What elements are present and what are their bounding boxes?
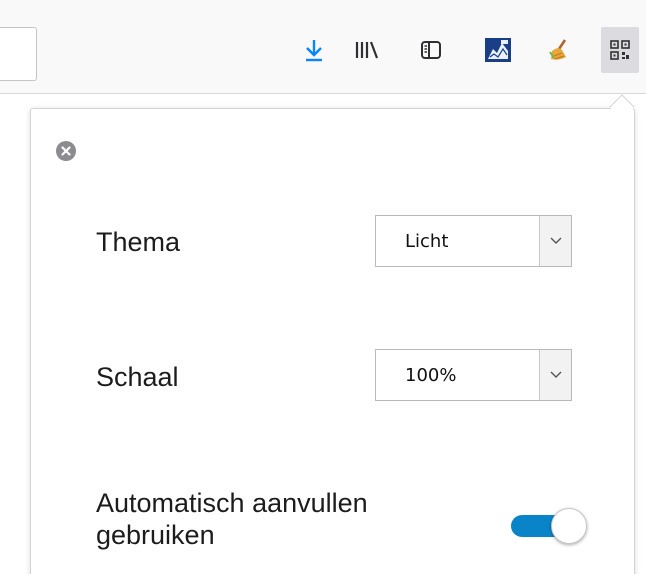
extension-puzzle-icon[interactable] xyxy=(479,27,517,73)
url-bar[interactable] xyxy=(0,27,37,81)
theme-select[interactable]: Licht xyxy=(375,215,572,267)
broom-cleaner-icon[interactable] xyxy=(541,27,579,73)
scale-select[interactable]: 100% xyxy=(375,349,572,401)
library-icon[interactable] xyxy=(348,27,386,73)
scale-label: Schaal xyxy=(96,362,179,392)
toggle-knob[interactable] xyxy=(551,508,587,544)
autofill-label: Automatisch aanvullen gebruiken xyxy=(96,487,368,551)
autofill-label-line1: Automatisch aanvullen xyxy=(96,488,368,518)
theme-select-value: Licht xyxy=(405,230,449,252)
qr-code-icon[interactable] xyxy=(601,27,639,73)
theme-label: Thema xyxy=(96,227,181,257)
download-arrow-icon[interactable] xyxy=(295,27,333,73)
autofill-label-line2: gebruiken xyxy=(96,520,215,550)
sidebar-icon[interactable] xyxy=(412,27,450,73)
browser-window: Thema Licht Schaal 100% Automatisch aanv… xyxy=(0,0,646,574)
chevron-down-icon[interactable] xyxy=(539,216,571,266)
close-circle-icon[interactable] xyxy=(56,141,76,161)
scale-select-value: 100% xyxy=(405,364,457,386)
autofill-toggle[interactable] xyxy=(511,506,587,544)
chevron-down-icon[interactable] xyxy=(539,350,571,400)
browser-toolbar xyxy=(0,0,646,94)
